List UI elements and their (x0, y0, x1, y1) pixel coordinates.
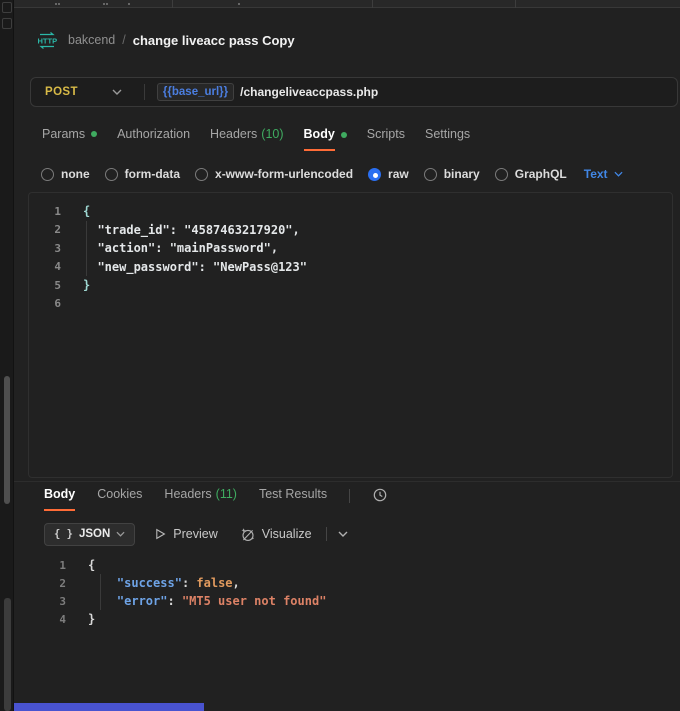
headers-count: (10) (261, 127, 283, 149)
play-icon (155, 528, 166, 540)
request-tabs: Params Authorization Headers (10) Body S… (14, 127, 680, 154)
section-divider (14, 481, 680, 482)
magic-wand-icon (240, 527, 255, 542)
tab-response-body[interactable]: Body (44, 487, 75, 511)
body-type-options: none form-data x-www-form-urlencoded raw… (14, 161, 680, 187)
tab-cookies[interactable]: Cookies (97, 487, 142, 509)
code-line: 1{ (29, 202, 672, 221)
code-line: 3 "action": "mainPassword", (29, 239, 672, 258)
tab-headers[interactable]: Headers (10) (210, 127, 283, 149)
code-line: 2 "trade_id": "4587463217920", (29, 221, 672, 240)
line-number: 4 (29, 260, 61, 273)
tab-response-headers[interactable]: Headers (11) (164, 487, 237, 509)
http-method-icon: HTTP (36, 32, 58, 49)
green-dot-icon (341, 132, 347, 138)
scrollbar-thumb[interactable] (4, 376, 10, 504)
braces-icon: { } (54, 528, 73, 540)
window-tabs-strip[interactable] (14, 0, 680, 8)
line-number: 5 (29, 279, 61, 292)
bottom-blue-bar (14, 703, 204, 711)
code-line: 1{ (28, 556, 680, 574)
tab-divider (172, 0, 173, 8)
radio-circle-icon (105, 168, 118, 181)
raw-format-dropdown[interactable]: Text (584, 167, 623, 181)
breadcrumb-separator: / (122, 33, 125, 47)
line-number: 6 (29, 297, 61, 310)
code-line: 3 "error": "MT5 user not found" (28, 592, 680, 610)
line-number: 2 (29, 223, 61, 236)
tab-dot (58, 3, 60, 5)
headers-count: (11) (216, 487, 237, 509)
radio-circle-icon (41, 168, 54, 181)
chevron-down-icon[interactable] (338, 531, 348, 537)
radio-circle-icon (495, 168, 508, 181)
radio-circle-icon (424, 168, 437, 181)
radio-circle-icon (195, 168, 208, 181)
visualize-button[interactable]: Visualize (240, 527, 312, 542)
tab-params[interactable]: Params (42, 127, 97, 149)
radio-binary[interactable]: binary (424, 167, 480, 181)
left-rail (0, 0, 14, 711)
radio-graphql[interactable]: GraphQL (495, 167, 567, 181)
response-tabs: Body Cookies Headers (11) Test Results (14, 487, 680, 514)
tab-authorization[interactable]: Authorization (117, 127, 190, 149)
request-title[interactable]: change liveacc pass Copy (133, 33, 295, 48)
url-bar: POST {{base_url}} /changeliveaccpass.php (30, 77, 678, 107)
tab-divider (372, 0, 373, 8)
postman-window: HTTP bakcend / change liveacc pass Copy … (0, 0, 680, 711)
tab-dot (106, 3, 108, 5)
response-format-dropdown[interactable]: { } JSON (44, 523, 135, 546)
response-body-viewer[interactable]: 1{2 "success": false,3 "error": "MT5 use… (28, 548, 680, 711)
divider (349, 489, 350, 503)
line-number: 1 (29, 205, 61, 218)
code-line: 4 "new_password": "NewPass@123" (29, 258, 672, 277)
chevron-down-icon (614, 171, 623, 177)
code-line: 5} (29, 276, 672, 295)
divider (326, 527, 327, 541)
tab-dot (103, 3, 105, 5)
rail-square-icon (2, 2, 12, 13)
chevron-down-icon (116, 531, 125, 537)
tab-body[interactable]: Body (304, 127, 347, 151)
tab-dot (55, 3, 57, 5)
code-line: 4} (28, 610, 680, 628)
url-input[interactable]: /changeliveaccpass.php (240, 85, 378, 99)
breadcrumb-collection[interactable]: bakcend (68, 33, 115, 47)
code-line: 6 (29, 295, 672, 314)
radio-x-www-form-urlencoded[interactable]: x-www-form-urlencoded (195, 167, 353, 181)
tab-scripts[interactable]: Scripts (367, 127, 405, 149)
line-number: 3 (29, 242, 61, 255)
preview-button[interactable]: Preview (155, 527, 217, 541)
svg-text:HTTP: HTTP (38, 36, 58, 45)
divider (144, 84, 145, 100)
rail-square-icon (2, 18, 12, 29)
radio-raw[interactable]: raw (368, 167, 409, 181)
radio-none[interactable]: none (41, 167, 90, 181)
indent-guide (100, 574, 101, 610)
radio-form-data[interactable]: form-data (105, 167, 180, 181)
indent-guide (86, 221, 87, 276)
tab-test-results[interactable]: Test Results (259, 487, 327, 509)
line-number: 4 (28, 613, 66, 626)
tab-divider (515, 0, 516, 8)
breadcrumb: HTTP bakcend / change liveacc pass Copy (14, 28, 680, 52)
method-selector[interactable]: POST (45, 86, 78, 98)
scrollbar-thumb[interactable] (4, 598, 11, 711)
tab-settings[interactable]: Settings (425, 127, 470, 149)
tab-dot (238, 3, 240, 5)
history-icon[interactable] (372, 487, 388, 503)
chevron-down-icon[interactable] (112, 89, 122, 95)
line-number: 2 (28, 577, 66, 590)
radio-selected-icon (368, 168, 381, 181)
green-dot-icon (91, 131, 97, 137)
response-viewer-controls: { } JSON Preview Visualize (14, 521, 680, 547)
request-body-editor[interactable]: 1{2 "trade_id": "4587463217920",3 "actio… (28, 192, 673, 478)
code-line: 2 "success": false, (28, 574, 680, 592)
line-number: 3 (28, 595, 66, 608)
line-number: 1 (28, 559, 66, 572)
tab-dot (128, 3, 130, 5)
url-variable-chip[interactable]: {{base_url}} (157, 83, 234, 101)
